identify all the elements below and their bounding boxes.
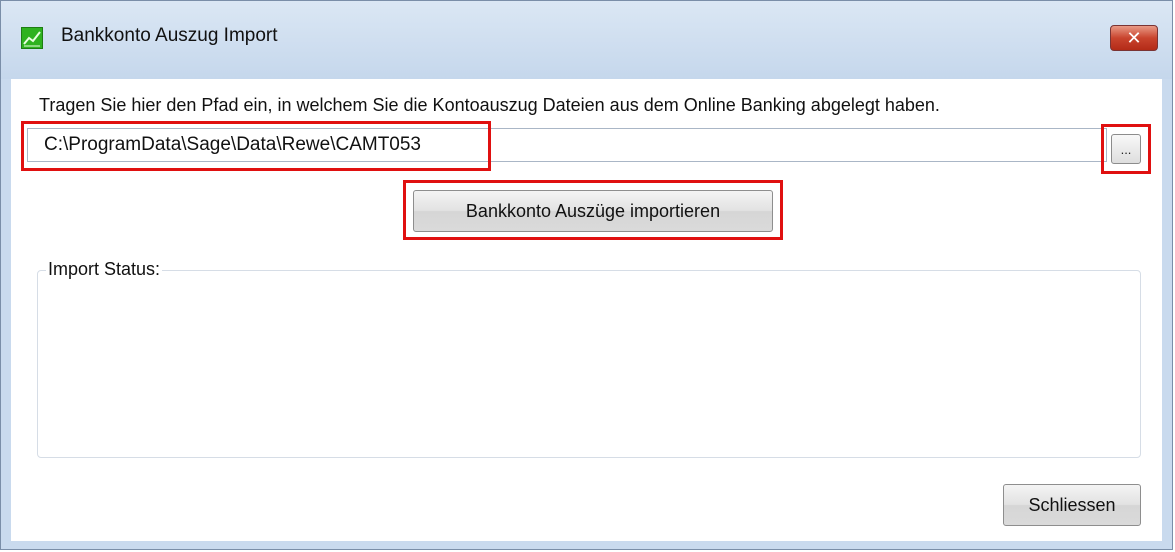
browse-button[interactable]: ... [1111,134,1141,164]
instruction-text: Tragen Sie hier den Pfad ein, in welchem… [39,95,940,115]
title-bar[interactable]: Bankkonto Auszug Import ✕ [1,1,1172,79]
path-input[interactable] [27,128,1107,162]
window-title: Bankkonto Auszug Import [61,25,278,46]
dialog-content: Tragen Sie hier den Pfad ein, in welchem… [11,79,1162,541]
import-statements-button[interactable]: Bankkonto Auszüge importieren [413,190,773,232]
close-icon: ✕ [1126,27,1142,49]
import-status-label: Import Status: [46,259,163,280]
chart-app-icon [21,27,43,49]
import-status-group: Import Status: [37,259,1141,458]
dialog-window: Bankkonto Auszug Import ✕ Tragen Sie hie… [0,0,1173,550]
close-dialog-button[interactable]: Schliessen [1003,484,1141,526]
window-close-button[interactable]: ✕ [1110,25,1158,51]
